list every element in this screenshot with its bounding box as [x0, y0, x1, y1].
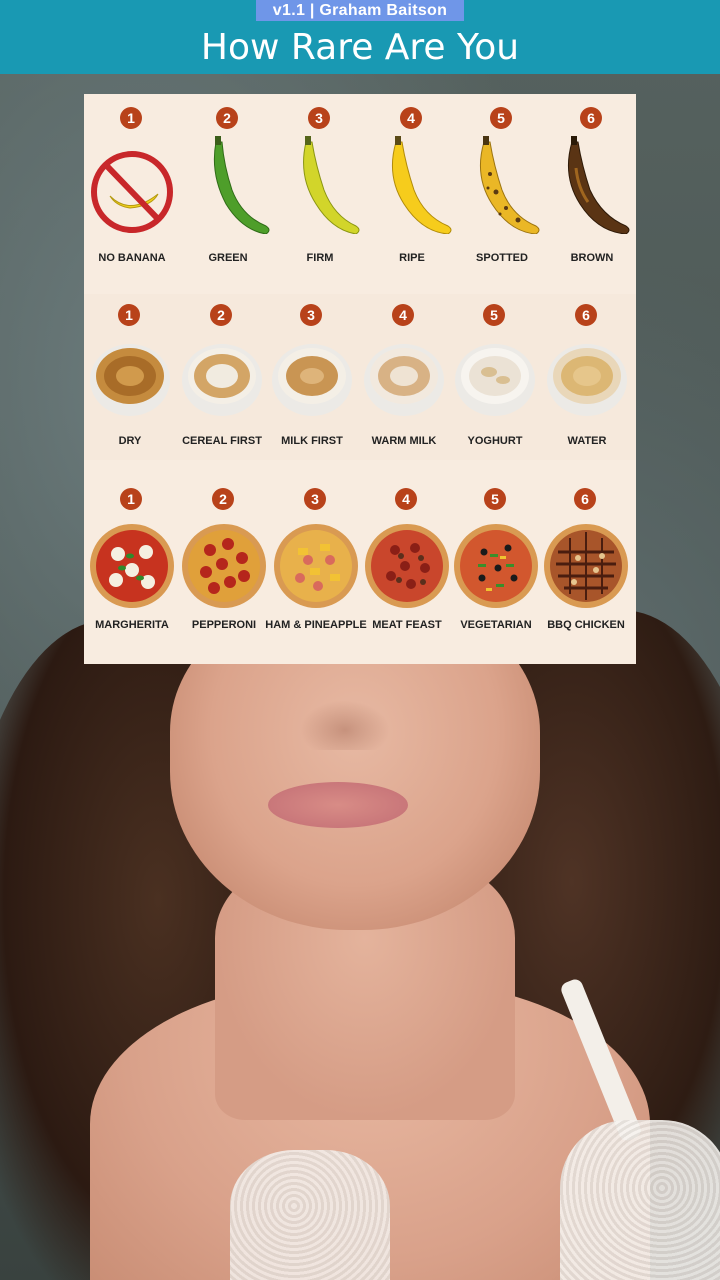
option-margherita[interactable]: 1 MARGHERITA: [86, 478, 178, 664]
banana-icon: [278, 134, 362, 234]
option-label: WATER: [567, 435, 607, 447]
version-tag: v1.1 | Graham Baitson: [256, 0, 464, 21]
option-water[interactable]: 6 WATER: [541, 294, 633, 460]
option-no-banana[interactable]: 1 NO BANANA: [86, 94, 178, 278]
header-bar: v1.1 | Graham Baitson How Rare Are You: [0, 0, 720, 74]
option-ham-pineapple[interactable]: 3 HAM & PINEAPPLE: [265, 478, 367, 664]
option-brown[interactable]: 6 BROWN: [546, 94, 638, 278]
number-badge: 5: [484, 488, 506, 510]
number-badge: 4: [395, 488, 417, 510]
number-badge: 3: [300, 304, 322, 326]
pizza-icon: [365, 518, 449, 618]
page-title: How Rare Are You: [200, 27, 520, 68]
pizza-icon: [274, 518, 358, 618]
banana-icon: [550, 134, 634, 234]
lace-trim-right: [560, 1120, 720, 1280]
number-badge: 1: [120, 488, 142, 510]
cereal-bowl-icon: [362, 338, 446, 428]
lips: [268, 782, 408, 828]
option-label: BROWN: [570, 252, 614, 264]
number-badge: 4: [392, 304, 414, 326]
option-cereal-first[interactable]: 2 CEREAL FIRST: [176, 294, 268, 460]
tier-board: 1 NO BANANA 2 GREEN 3 FIRM 4 RIPE 5 SPOT…: [84, 94, 636, 664]
nose-shadow: [300, 700, 390, 750]
number-badge: 2: [210, 304, 232, 326]
pizza-row: 1 MARGHERITA 2 PEPPERONI 3 HAM & PINEAPP…: [84, 478, 636, 664]
option-pepperoni[interactable]: 2 PEPPERONI: [178, 478, 270, 664]
number-badge: 5: [490, 107, 512, 129]
banana-icon: [460, 134, 544, 234]
pizza-icon: [182, 518, 266, 618]
banana-icon: [370, 134, 454, 234]
number-badge: 3: [304, 488, 326, 510]
cereal-row: 1 DRY 2 CEREAL FIRST 3 MILK FIRST 4 WARM…: [84, 294, 636, 460]
no-banana-icon: [90, 134, 174, 234]
option-ripe[interactable]: 4 RIPE: [366, 94, 458, 278]
number-badge: 3: [308, 107, 330, 129]
cereal-bowl-icon: [545, 338, 629, 428]
number-badge: 1: [120, 107, 142, 129]
option-bbq-chicken[interactable]: 6 BBQ CHICKEN: [540, 478, 632, 664]
option-vegetarian[interactable]: 5 VEGETARIAN: [450, 478, 542, 664]
number-badge: 6: [580, 107, 602, 129]
cereal-bowl-icon: [88, 338, 172, 428]
lace-trim-left: [230, 1150, 390, 1280]
number-badge: 6: [574, 488, 596, 510]
banana-icon: [186, 134, 270, 234]
pizza-icon: [454, 518, 538, 618]
cereal-bowl-icon: [453, 338, 537, 428]
number-badge: 1: [118, 304, 140, 326]
option-dry[interactable]: 1 DRY: [84, 294, 176, 460]
option-yoghurt[interactable]: 5 YOGHURT: [449, 294, 541, 460]
cereal-bowl-icon: [270, 338, 354, 428]
option-label: NO BANANA: [98, 252, 166, 264]
banana-row: 1 NO BANANA 2 GREEN 3 FIRM 4 RIPE 5 SPOT…: [84, 94, 636, 278]
option-green[interactable]: 2 GREEN: [182, 94, 274, 278]
option-label: BBQ CHICKEN: [547, 619, 625, 631]
option-meat-feast[interactable]: 4 MEAT FEAST: [361, 478, 453, 664]
option-warm-milk[interactable]: 4 WARM MILK: [358, 294, 450, 460]
pizza-icon: [90, 518, 174, 618]
number-badge: 5: [483, 304, 505, 326]
option-spotted[interactable]: 5 SPOTTED: [456, 94, 548, 278]
option-milk-first[interactable]: 3 MILK FIRST: [266, 294, 358, 460]
cereal-bowl-icon: [180, 338, 264, 428]
pizza-icon: [544, 518, 628, 618]
number-badge: 6: [575, 304, 597, 326]
number-badge: 4: [400, 107, 422, 129]
number-badge: 2: [212, 488, 234, 510]
number-badge: 2: [216, 107, 238, 129]
option-firm[interactable]: 3 FIRM: [274, 94, 366, 278]
